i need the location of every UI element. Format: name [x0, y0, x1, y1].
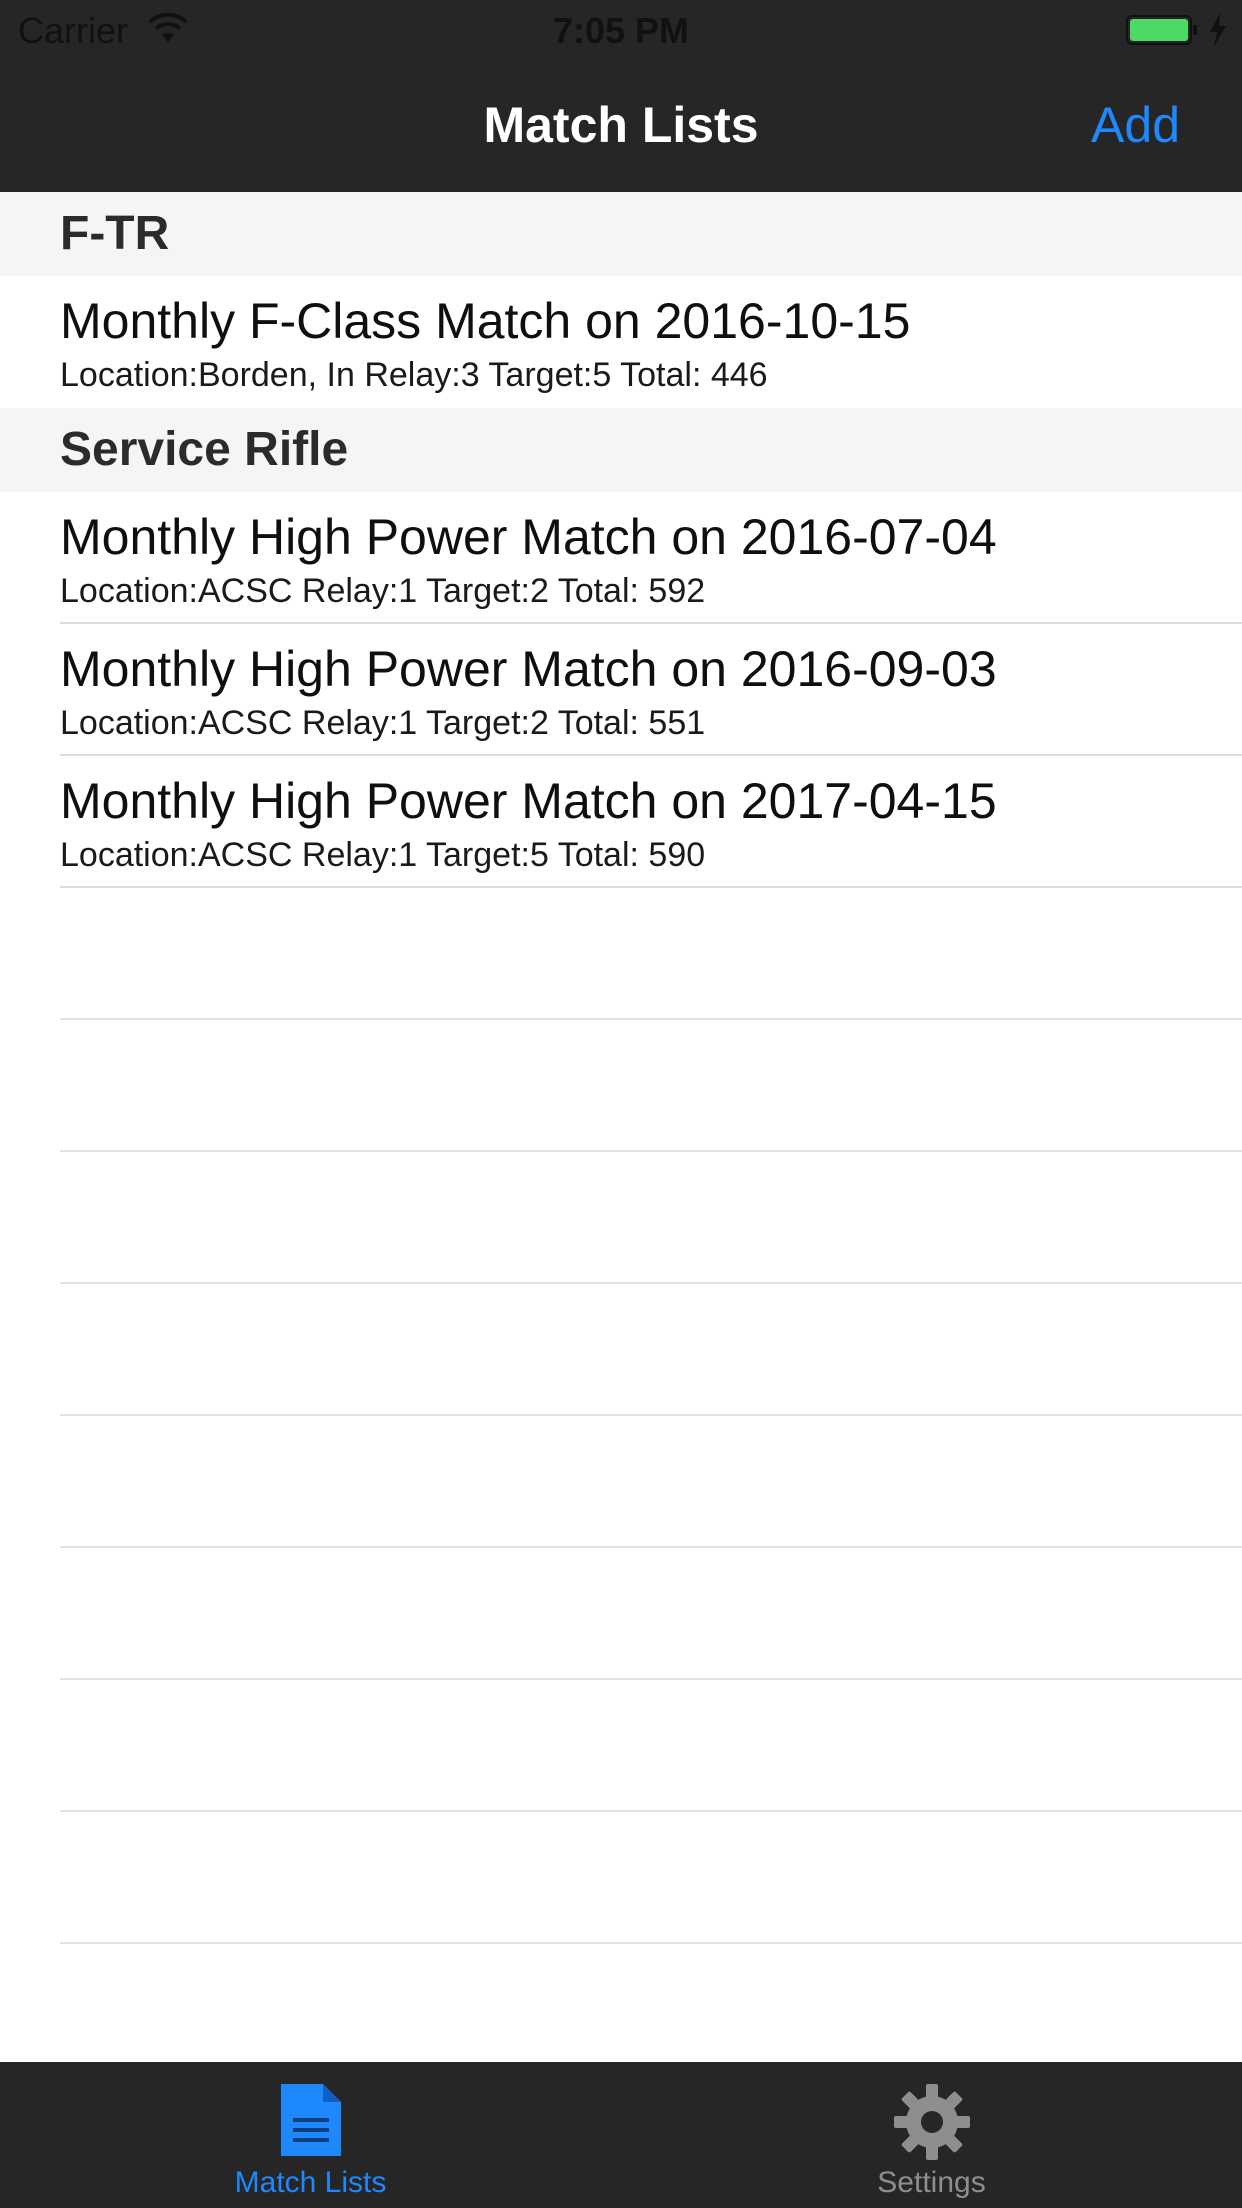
tab-bar: Match Lists Settings — [0, 2062, 1242, 2208]
row-subtitle: Location:Borden, In Relay:3 Target:5 Tot… — [60, 356, 768, 394]
gear-icon — [893, 2084, 970, 2160]
status-time: 7:05 PM — [552, 10, 690, 51]
screen: Carrier 7:05 PM Match Lists Add F-TR Mon… — [0, 0, 1242, 2208]
tab-label: Match Lists — [234, 2166, 387, 2199]
add-button[interactable]: Add — [1091, 96, 1180, 154]
charging-bolt-icon — [1210, 13, 1226, 47]
status-bar: Carrier 7:05 PM — [0, 0, 1242, 60]
row-title: Monthly High Power Match on 2016-07-04 — [60, 509, 997, 565]
tab-match-lists[interactable]: Match Lists — [0, 2062, 621, 2208]
document-icon — [280, 2084, 341, 2156]
row-subtitle: Location:ACSC Relay:1 Target:5 Total: 59… — [60, 836, 706, 874]
empty-row — [0, 888, 1242, 1020]
list-item[interactable]: Monthly High Power Match on 2016-07-04 L… — [0, 492, 1242, 624]
list-item[interactable]: Monthly High Power Match on 2017-04-15 L… — [0, 756, 1242, 888]
row-subtitle: Location:ACSC Relay:1 Target:2 Total: 59… — [60, 572, 706, 610]
top-bar: Carrier 7:05 PM Match Lists Add — [0, 0, 1242, 192]
empty-row — [0, 1548, 1242, 1680]
row-title: Monthly High Power Match on 2017-04-15 — [60, 773, 997, 829]
empty-row — [0, 1020, 1242, 1152]
empty-row — [0, 1416, 1242, 1548]
tab-settings[interactable]: Settings — [621, 2062, 1242, 2208]
battery-icon — [1126, 15, 1197, 45]
empty-row — [0, 1812, 1242, 1944]
row-title: Monthly F-Class Match on 2016-10-15 — [60, 293, 911, 349]
empty-row — [0, 1152, 1242, 1284]
empty-row — [0, 1284, 1242, 1416]
nav-title: Match Lists — [483, 97, 759, 153]
empty-row — [0, 1680, 1242, 1812]
section-header-ftr: F-TR — [0, 192, 1242, 276]
list-item[interactable]: Monthly High Power Match on 2016-09-03 L… — [0, 624, 1242, 756]
match-list: F-TR Monthly F-Class Match on 2016-10-15… — [0, 192, 1242, 1944]
list-item[interactable]: Monthly F-Class Match on 2016-10-15 Loca… — [0, 276, 1242, 408]
section-header-service-rifle: Service Rifle — [0, 408, 1242, 492]
tab-label: Settings — [877, 2166, 986, 2199]
row-subtitle: Location:ACSC Relay:1 Target:2 Total: 55… — [60, 704, 706, 742]
row-title: Monthly High Power Match on 2016-09-03 — [60, 641, 997, 697]
